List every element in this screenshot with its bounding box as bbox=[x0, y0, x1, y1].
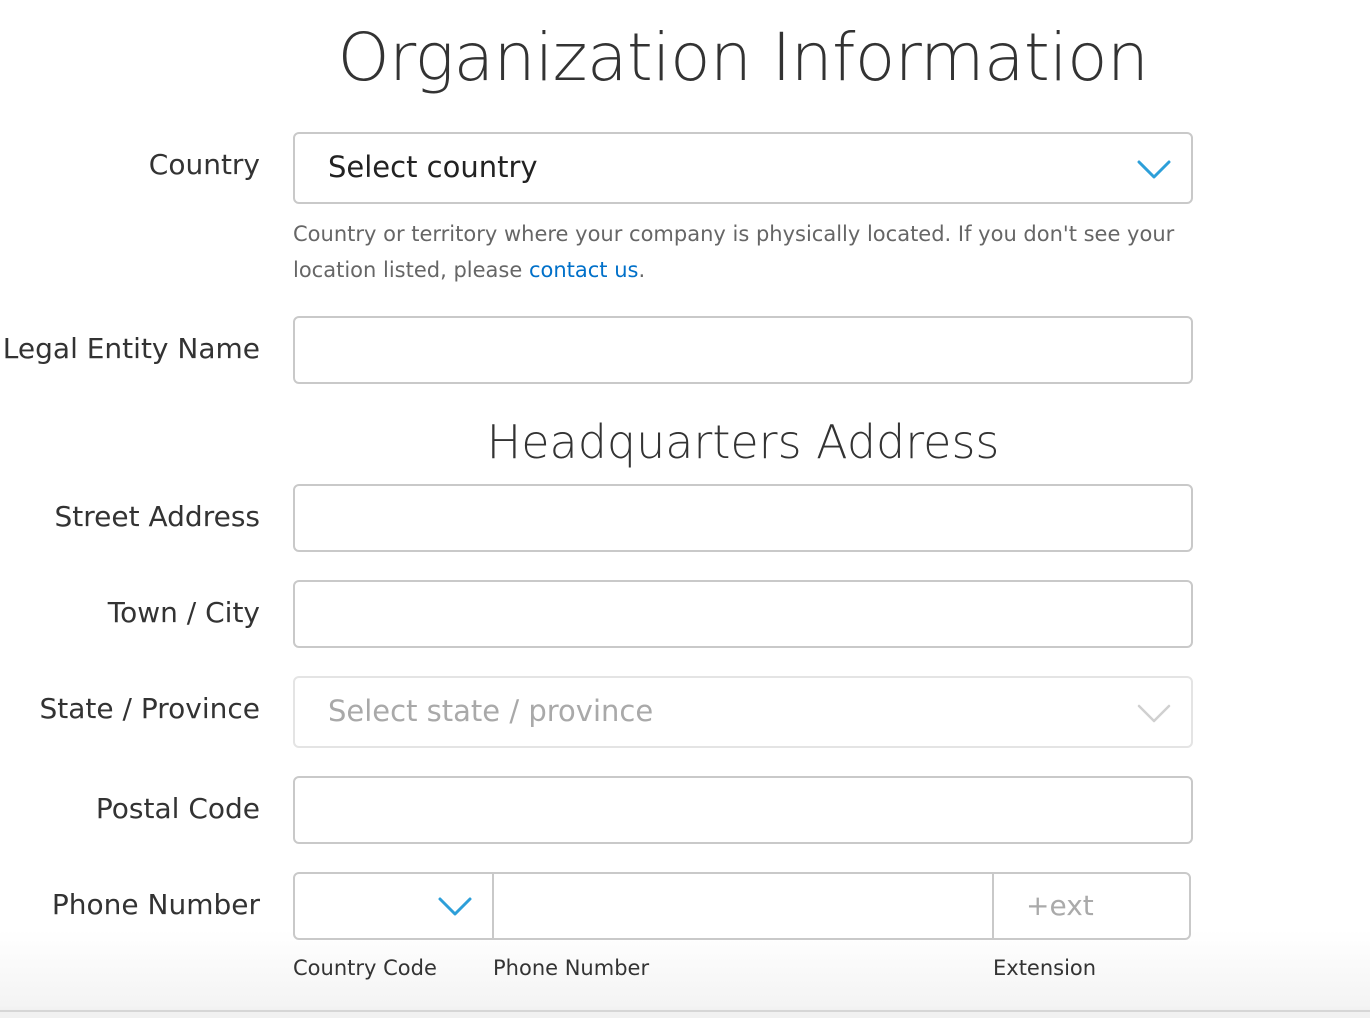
state-province-label: State / Province bbox=[39, 692, 261, 725]
state-province-select[interactable]: Select state / province bbox=[293, 676, 1193, 748]
organization-information-page: Organization Information Country Select … bbox=[0, 0, 1370, 1018]
postal-code-label: Postal Code bbox=[95, 792, 260, 825]
headquarters-address-heading: Headquarters Address bbox=[486, 415, 1000, 469]
chevron-down-icon bbox=[1137, 160, 1171, 179]
extension-input[interactable]: +ext bbox=[994, 874, 1189, 938]
phone-number-caption: Phone Number bbox=[493, 956, 650, 980]
contact-us-link[interactable]: contact us bbox=[529, 258, 639, 282]
postal-code-input[interactable] bbox=[293, 776, 1193, 844]
country-code-caption: Country Code bbox=[293, 956, 437, 980]
chevron-down-icon bbox=[1137, 704, 1171, 723]
bottom-divider bbox=[0, 1010, 1370, 1012]
country-help-text: Country or territory where your company … bbox=[293, 216, 1193, 288]
legal-entity-name-label: Legal Entity Name bbox=[2, 332, 260, 365]
country-code-select[interactable] bbox=[295, 874, 494, 938]
country-select-value: Select country bbox=[328, 150, 538, 184]
country-help-suffix: . bbox=[638, 258, 646, 282]
street-address-label: Street Address bbox=[54, 500, 261, 533]
country-label: Country bbox=[148, 148, 260, 181]
phone-number-input[interactable] bbox=[494, 874, 994, 938]
town-city-input[interactable] bbox=[293, 580, 1193, 648]
phone-number-group: +ext bbox=[293, 872, 1191, 940]
extension-caption: Extension bbox=[993, 956, 1097, 980]
town-city-label: Town / City bbox=[107, 596, 260, 629]
page-title: Organization Information bbox=[337, 19, 1149, 96]
country-help-body: Country or territory where your company … bbox=[293, 222, 1175, 282]
chevron-down-icon bbox=[438, 897, 472, 916]
state-province-placeholder: Select state / province bbox=[328, 694, 654, 728]
extension-placeholder: +ext bbox=[1026, 889, 1094, 922]
country-select[interactable]: Select country bbox=[293, 132, 1193, 204]
street-address-input[interactable] bbox=[293, 484, 1193, 552]
legal-entity-name-input[interactable] bbox=[293, 316, 1193, 384]
phone-number-label: Phone Number bbox=[51, 888, 260, 921]
